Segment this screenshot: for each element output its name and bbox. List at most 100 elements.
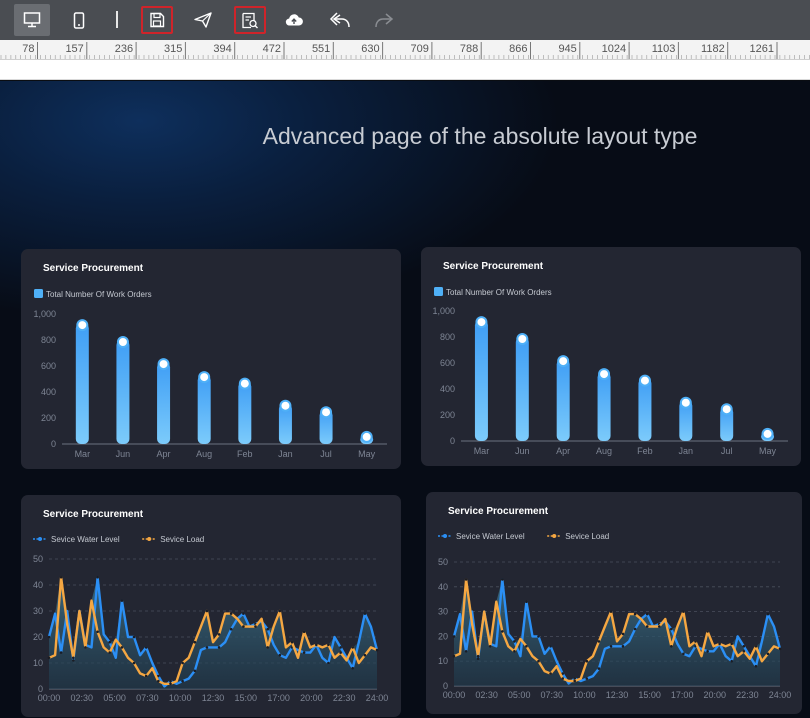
line-point: [157, 679, 160, 683]
ruler-label: 1024: [602, 43, 626, 55]
line-point: [621, 645, 625, 648]
undo-button[interactable]: [322, 4, 358, 36]
line-point: [549, 672, 552, 675]
line-point: [730, 642, 733, 646]
line-point: [513, 640, 516, 643]
line-point: [645, 625, 649, 628]
line-point: [181, 661, 184, 665]
line-point: [476, 657, 480, 660]
line-point: [549, 645, 552, 648]
line-point: [132, 661, 136, 665]
y-tick-label: 10: [33, 658, 43, 668]
x-tick-label: 12:30: [606, 690, 629, 700]
publish-button[interactable]: [185, 4, 221, 36]
line-point: [621, 632, 625, 636]
y-tick-label: 1,000: [432, 306, 455, 316]
chart-panel-3[interactable]: Service Procurement 0 10 20 30 40 50 Sevice Wa…: [21, 495, 401, 717]
legend-marker: [443, 534, 447, 538]
desktop-view-button[interactable]: [14, 4, 50, 36]
x-tick-label: 10:00: [573, 690, 596, 700]
line-point: [144, 646, 148, 649]
y-tick-label: 0: [450, 436, 455, 446]
line-point: [72, 656, 75, 660]
line-point: [585, 677, 589, 680]
line-chart-2: 01020304050Sevice Water Level Sevice Load…: [438, 532, 791, 700]
line-point: [181, 679, 184, 683]
line-point: [59, 651, 63, 654]
line-point: [278, 653, 282, 657]
line-point: [633, 612, 637, 616]
x-tick-label: 15:00: [638, 690, 661, 700]
line-point: [363, 653, 367, 657]
y-tick-label: 400: [41, 387, 56, 397]
bar-point: [761, 427, 774, 440]
line-point: [597, 667, 601, 670]
ruler-label: 1182: [701, 43, 725, 55]
redo-button[interactable]: [366, 4, 402, 36]
line-point: [205, 609, 209, 613]
line-point: [120, 599, 124, 602]
legend-marker: [147, 537, 152, 541]
line-point: [718, 642, 721, 646]
save-button[interactable]: [141, 6, 173, 34]
line-point: [144, 674, 148, 678]
line-point: [742, 645, 746, 648]
chart-panel-1[interactable]: Service Procurement 0 200 400 600 800 1,000 To…: [21, 249, 401, 469]
line-point: [452, 635, 456, 638]
x-tick-label: Jan: [679, 446, 694, 456]
legend-label: Sevice Load: [565, 532, 609, 541]
x-tick-label: 22:30: [333, 693, 356, 703]
upload-button[interactable]: [276, 4, 312, 36]
preview-button[interactable]: [234, 6, 266, 34]
y-tick-label: 40: [33, 580, 43, 590]
line-point: [266, 646, 269, 649]
line-point: [351, 646, 355, 649]
bar: [556, 359, 570, 441]
ruler-label: 1103: [652, 43, 676, 55]
ruler-label: 630: [361, 43, 379, 55]
y-tick-label: 400: [440, 384, 455, 394]
chart-panel-4[interactable]: Service Procurement 0 10 20 30 40 50 Sevice Wa…: [426, 492, 802, 714]
x-tick-label: Mar: [75, 449, 91, 459]
bar-point: [679, 396, 692, 409]
line-point: [537, 635, 540, 638]
x-tick-label: 20:00: [704, 690, 727, 700]
x-tick-label: 22:30: [736, 690, 759, 700]
desktop-view-icon: [23, 12, 41, 28]
y-tick-label: 600: [440, 358, 455, 368]
line-point: [573, 679, 576, 683]
bar-point: [516, 333, 529, 345]
line-point: [706, 630, 709, 633]
x-tick-label: Apr: [556, 446, 570, 456]
y-tick-label: 20: [33, 632, 43, 642]
line-point: [290, 640, 294, 644]
line-point: [339, 646, 342, 649]
bar: [638, 378, 652, 441]
x-tick-label: 17:00: [267, 693, 290, 703]
y-tick-label: 30: [33, 606, 43, 616]
x-tick-label: 05:00: [508, 690, 531, 700]
y-tick-label: 30: [438, 607, 448, 617]
line-point: [59, 575, 63, 579]
y-tick-label: 50: [438, 557, 448, 567]
y-tick-label: 600: [41, 361, 56, 371]
ruler-label: 788: [460, 43, 478, 55]
y-tick-label: 40: [438, 582, 448, 592]
line-point: [585, 659, 589, 663]
line-point: [242, 625, 245, 628]
mobile-view-button[interactable]: [61, 4, 97, 36]
x-tick-label: May: [759, 446, 777, 456]
y-tick-label: 800: [440, 332, 455, 342]
bar-point: [360, 430, 373, 443]
page-title: Advanced page of the absolute layout typ…: [262, 123, 698, 149]
line-point: [609, 610, 613, 613]
bar-point: [320, 406, 333, 419]
line-point: [132, 635, 136, 639]
chart-panel-2[interactable]: Service Procurement 0 200 400 600 800 1,000 To…: [421, 247, 801, 466]
line-point: [266, 627, 269, 631]
toolbar-separator: [116, 11, 118, 28]
line-point: [47, 635, 51, 639]
x-tick-label: 00:00: [38, 693, 61, 703]
ruler-ticks: 78 157 236 315 394 472 551 630 709 788 866 945 1024 1…: [0, 42, 810, 59]
x-tick-label: 02:30: [71, 693, 94, 703]
